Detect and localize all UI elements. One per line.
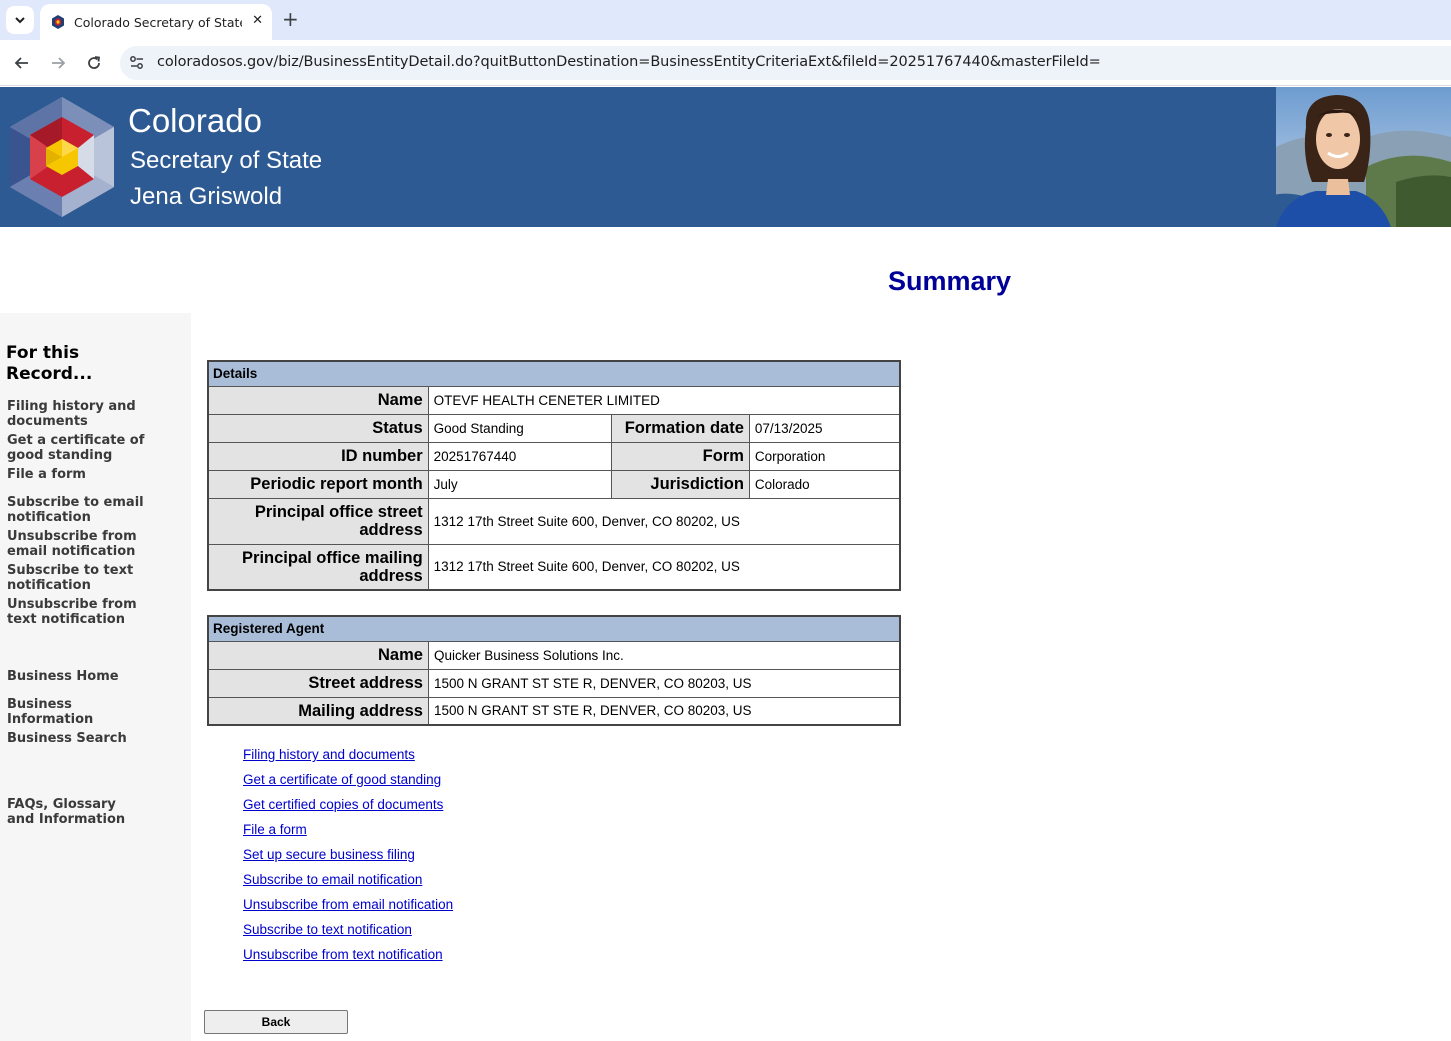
- forward-nav-button[interactable]: [46, 51, 70, 75]
- sidebar-item-business-search[interactable]: Business Search: [7, 731, 157, 746]
- tab-search-button[interactable]: [6, 6, 34, 34]
- agent-mailing-label: Mailing address: [207, 696, 429, 726]
- back-button[interactable]: Back: [204, 1010, 348, 1034]
- banner-subtitle: Secretary of State: [130, 147, 323, 174]
- official-portrait-image: [1246, 87, 1451, 227]
- details-table: Details Name OTEVF HEALTH CENETER LIMITE…: [207, 360, 901, 591]
- sidebar-item-filing-history[interactable]: Filing history and documents: [7, 399, 157, 429]
- arrow-right-icon: [52, 57, 66, 69]
- principal-mailing-value: 1312 17th Street Suite 600, Denver, CO 8…: [427, 543, 901, 591]
- periodic-report-value: July: [427, 469, 613, 499]
- back-nav-button[interactable]: [10, 51, 34, 75]
- reload-icon: [88, 56, 101, 69]
- url-text[interactable]: coloradosos.gov/biz/BusinessEntityDetail…: [157, 54, 1101, 70]
- sidebar-item-unsubscribe-text[interactable]: Unsubscribe from text notification: [7, 597, 157, 627]
- record-actions-list: Filing history and documents Get a certi…: [243, 746, 453, 971]
- agent-street-label: Street address: [207, 668, 429, 698]
- principal-street-value: 1312 17th Street Suite 600, Denver, CO 8…: [427, 497, 901, 545]
- sidebar-heading: For this Record...: [6, 343, 93, 384]
- banner-title: Colorado: [128, 102, 262, 139]
- formation-date-label: Formation date: [611, 413, 750, 443]
- id-number-label: ID number: [207, 441, 429, 471]
- sidebar-item-faqs[interactable]: FAQs, Glossary and Information: [7, 797, 147, 827]
- principal-street-label: Principal office street address: [207, 497, 429, 545]
- periodic-report-label: Periodic report month: [207, 469, 429, 499]
- tab-title: Colorado Secretary of State -: [74, 14, 242, 30]
- status-value: Good Standing: [427, 413, 613, 443]
- chevron-down-icon: [15, 17, 25, 24]
- link-certificate-good-standing[interactable]: Get a certificate of good standing: [243, 771, 453, 796]
- banner-official-name: Jena Griswold: [130, 183, 283, 210]
- form-label: Form: [611, 441, 750, 471]
- agent-name-label: Name: [207, 640, 429, 670]
- sidebar-item-business-information[interactable]: Business Information: [7, 697, 117, 727]
- link-secure-business-filing[interactable]: Set up secure business filing: [243, 846, 453, 871]
- link-unsubscribe-text[interactable]: Unsubscribe from text notification: [243, 946, 453, 971]
- id-number-value: 20251767440: [427, 441, 613, 471]
- sidebar: For this Record... Filing history and do…: [0, 313, 191, 1041]
- link-file-form[interactable]: File a form: [243, 821, 453, 846]
- principal-mailing-label: Principal office mailing address: [207, 543, 429, 591]
- browser-tab-strip: Colorado Secretary of State - ✕ +: [0, 0, 1451, 40]
- link-unsubscribe-email[interactable]: Unsubscribe from email notification: [243, 896, 453, 921]
- entity-name-value: OTEVF HEALTH CENETER LIMITED: [427, 385, 901, 415]
- browser-tab[interactable]: Colorado Secretary of State - ✕: [40, 4, 272, 40]
- sidebar-item-business-home[interactable]: Business Home: [7, 669, 157, 684]
- site-banner: Colorado Secretary of State Jena Griswol…: [0, 87, 1451, 227]
- status-label: Status: [207, 413, 429, 443]
- name-label: Name: [207, 385, 429, 415]
- reload-button[interactable]: [82, 51, 106, 75]
- link-subscribe-email[interactable]: Subscribe to email notification: [243, 871, 453, 896]
- sidebar-item-subscribe-text[interactable]: Subscribe to text notification: [7, 563, 157, 593]
- sidebar-item-subscribe-email[interactable]: Subscribe to email notification: [7, 495, 157, 525]
- close-tab-icon[interactable]: ✕: [252, 13, 263, 28]
- formation-date-value: 07/13/2025: [748, 413, 901, 443]
- favicon-icon: [52, 15, 64, 29]
- agent-mailing-value: 1500 N GRANT ST STE R, DENVER, CO 80203,…: [427, 696, 901, 726]
- jurisdiction-label: Jurisdiction: [611, 469, 750, 499]
- sidebar-item-unsubscribe-email[interactable]: Unsubscribe from email notification: [7, 529, 157, 559]
- browser-toolbar: coloradosos.gov/biz/BusinessEntityDetail…: [0, 40, 1451, 86]
- link-filing-history[interactable]: Filing history and documents: [243, 746, 453, 771]
- page-title: Summary: [888, 266, 1012, 296]
- sidebar-item-file-form[interactable]: File a form: [7, 467, 157, 482]
- registered-agent-header: Registered Agent: [207, 615, 901, 642]
- agent-name-value: Quicker Business Solutions Inc.: [427, 640, 901, 670]
- arrow-left-icon: [14, 57, 28, 69]
- jurisdiction-value: Colorado: [748, 469, 901, 499]
- colorado-logo-icon[interactable]: [6, 95, 118, 219]
- details-header: Details: [207, 360, 901, 387]
- link-subscribe-text[interactable]: Subscribe to text notification: [243, 921, 453, 946]
- form-value: Corporation: [748, 441, 901, 471]
- registered-agent-table: Registered Agent Name Quicker Business S…: [207, 615, 901, 726]
- address-bar[interactable]: coloradosos.gov/biz/BusinessEntityDetail…: [120, 46, 1451, 80]
- link-certified-copies[interactable]: Get certified copies of documents: [243, 796, 453, 821]
- site-settings-icon[interactable]: [128, 54, 146, 72]
- agent-street-value: 1500 N GRANT ST STE R, DENVER, CO 80203,…: [427, 668, 901, 698]
- sidebar-item-certificate[interactable]: Get a certificate of good standing: [7, 433, 157, 463]
- new-tab-icon[interactable]: +: [282, 9, 299, 29]
